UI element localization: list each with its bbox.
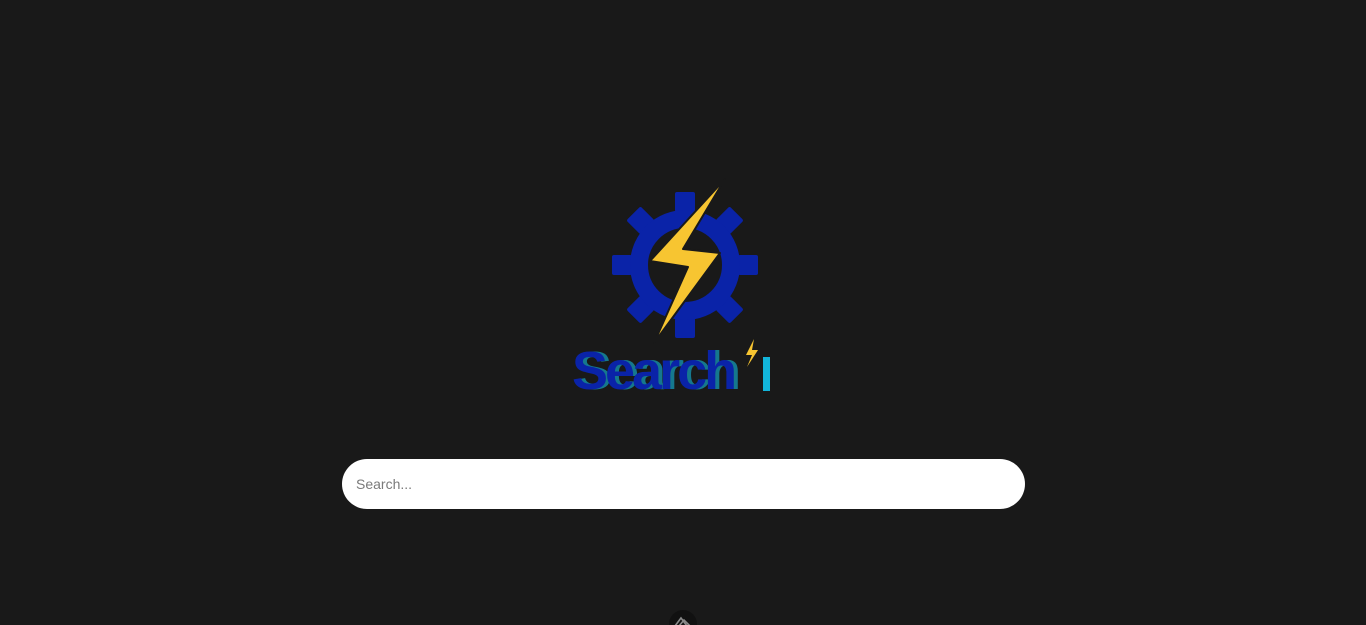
- search-input[interactable]: [342, 459, 1025, 509]
- page: Search Search: [0, 0, 1366, 625]
- site-logo: Search Search: [570, 175, 796, 400]
- gear-lightning-icon: Search Search: [572, 178, 770, 400]
- mountain-logo-icon: [674, 616, 691, 625]
- search-bar: [342, 459, 1025, 509]
- logo-wordmark: Search: [572, 341, 734, 400]
- footer-badge[interactable]: [669, 610, 697, 625]
